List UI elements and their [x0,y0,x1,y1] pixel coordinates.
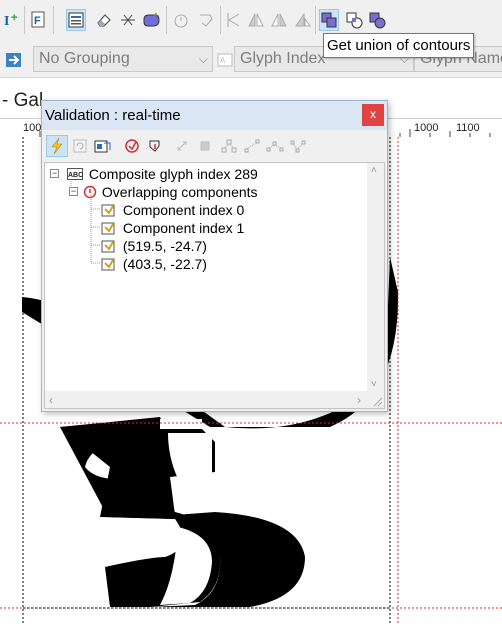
nodes-chain-icon[interactable] [264,135,286,157]
swap-icon[interactable] [171,135,193,157]
report-icon[interactable] [92,135,114,157]
tree-node-label: Composite glyph index 289 [88,166,258,182]
nodes-diagonal-icon[interactable] [241,135,263,157]
tree-node-point[interactable]: (403.5, -22.7) [101,255,207,273]
tree-node-label: (403.5, -22.7) [122,256,207,272]
chevron-right-icon[interactable]: › [357,393,361,407]
resize-grip-icon[interactable] [367,391,384,408]
sort-icon[interactable]: A [215,49,235,71]
collapse-toggle[interactable]: − [50,169,59,178]
insert-point-icon[interactable]: I + [2,9,22,31]
vertical-scrollbar[interactable]: ˄ ˅ [367,163,384,392]
add-component-icon[interactable]: + [142,9,162,31]
refresh-icon[interactable] [69,135,91,157]
chevron-left-icon[interactable]: ‹ [49,393,53,407]
svg-text:+: + [153,11,159,22]
svg-text:A: A [220,56,226,65]
tree-node-component[interactable]: Component index 1 [101,219,244,237]
split-icon[interactable] [118,9,138,31]
editor-tab[interactable]: - Gal [2,90,43,112]
chevron-down-icon: ⌵ [198,52,208,66]
tree-node-component[interactable]: Component index 0 [101,201,244,219]
validate-glyph-icon[interactable] [121,135,143,157]
grouping-select-value: No Grouping [39,50,130,67]
lightning-icon[interactable] [46,135,68,157]
align-left-icon[interactable] [224,9,244,31]
tree-node-label: Component index 0 [122,202,245,218]
svg-text:ABC: ABC [68,172,83,179]
flip-mixed-icon[interactable] [293,9,313,31]
error-icon [83,185,97,199]
point-icon [101,258,115,271]
collapse-toggle[interactable]: − [69,187,78,196]
tree-node-label: (519.5, -24.7) [122,238,207,254]
point-icon [101,240,115,253]
nodes-tree-icon[interactable] [287,135,309,157]
glyph-abc-icon: ABC [67,168,83,180]
tree-node-label: Component index 1 [122,220,245,236]
svg-text:I: I [4,14,9,29]
flip-vertical-icon[interactable] [269,9,289,31]
tree-node-issue[interactable]: Overlapping components [83,183,258,201]
component-icon [101,222,115,235]
validation-toolbar [42,131,387,161]
arrow-right-icon[interactable] [4,49,24,71]
sort-field-value: Glyph Index [240,50,326,67]
validation-tree: − ABC Composite glyph index 289 − Overla… [44,162,385,409]
horizontal-scrollbar[interactable]: ‹ › [45,391,367,408]
square-icon[interactable] [194,135,216,157]
svg-text:F: F [34,15,41,27]
component-icon [101,204,115,217]
fix-issue-icon[interactable] [144,135,166,157]
transform-icon[interactable] [196,9,216,31]
font-info-icon[interactable]: F [29,9,49,31]
subtract-contours-icon[interactable] [367,9,387,31]
timer-icon[interactable] [171,9,191,31]
intersect-contours-icon[interactable] [344,9,364,31]
chevron-up-icon[interactable]: ˄ [371,165,377,176]
tooltip: Get union of contours [323,33,474,58]
nodes-icon[interactable] [218,135,240,157]
union-contours-icon[interactable] [319,9,339,31]
close-button[interactable]: x [362,104,384,126]
chevron-down-icon[interactable]: ˅ [371,379,377,390]
validation-panel-title[interactable]: Validation : real-time [42,101,387,130]
flip-horizontal-icon[interactable] [246,9,266,31]
grouping-select[interactable]: No Grouping ⌵ [33,46,213,72]
eraser-icon[interactable] [94,9,114,31]
tree-node-glyph[interactable]: ABC Composite glyph index 289 [67,165,258,183]
glyph-list-icon[interactable] [66,9,86,31]
tree-node-point[interactable]: (519.5, -24.7) [101,237,207,255]
validation-panel: Validation : real-time x − ABC Composite… [41,100,388,412]
svg-text:+: + [11,12,17,24]
tree-node-label: Overlapping components [101,184,258,200]
